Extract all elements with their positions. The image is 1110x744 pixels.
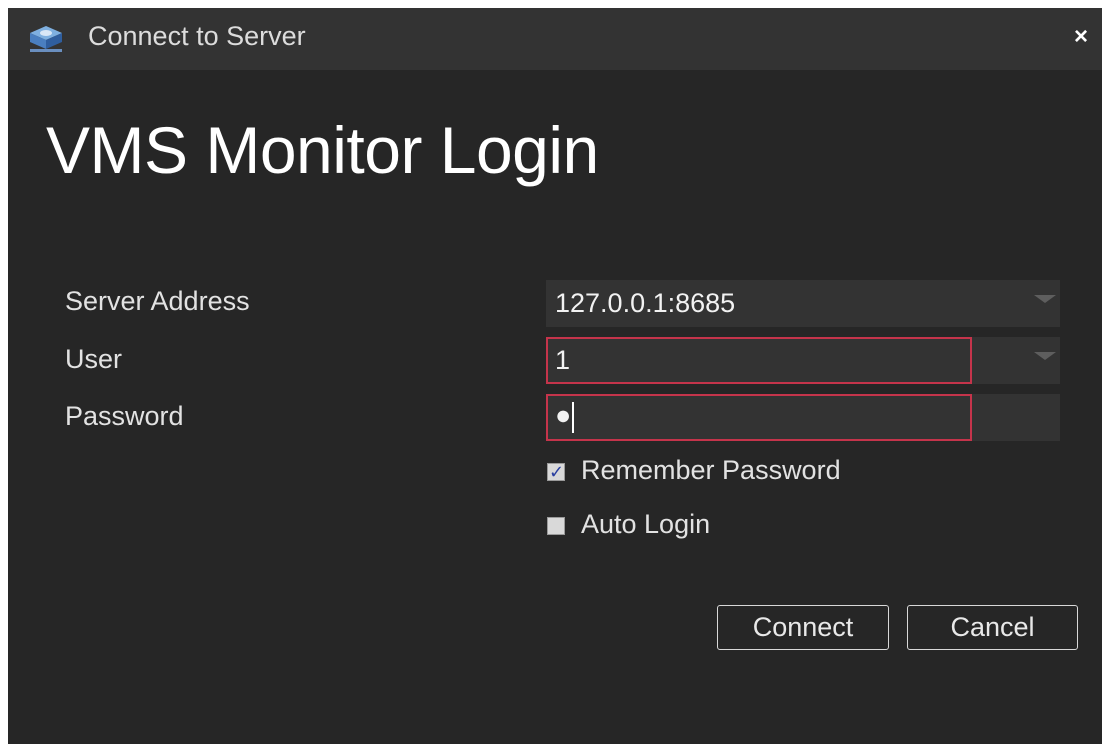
cancel-button[interactable]: Cancel xyxy=(907,605,1078,650)
connect-button[interactable]: Connect xyxy=(717,605,889,650)
chevron-down-icon[interactable] xyxy=(1034,295,1056,303)
password-masked-value: ● xyxy=(555,400,572,430)
page-title: VMS Monitor Login xyxy=(46,113,599,187)
user-combobox[interactable]: 1 xyxy=(546,337,1060,384)
connect-dialog: Connect to Server × VMS Monitor Login Se… xyxy=(8,8,1102,744)
vms-logo-icon xyxy=(30,26,62,52)
password-field[interactable]: ● xyxy=(546,394,1060,441)
chevron-down-icon[interactable] xyxy=(1034,352,1056,360)
auto-login-option[interactable]: Auto Login xyxy=(546,509,746,543)
remember-password-label[interactable]: Remember Password xyxy=(581,455,841,486)
server-address-label: Server Address xyxy=(65,286,250,316)
close-button[interactable]: × xyxy=(1070,25,1092,49)
password-label: Password xyxy=(65,401,184,431)
check-icon: ✓ xyxy=(549,462,565,482)
remember-password-checkbox[interactable]: ✓ xyxy=(547,462,565,482)
server-address-combobox[interactable]: 127.0.0.1:8685 xyxy=(546,280,1060,327)
window-title: Connect to Server xyxy=(88,21,306,51)
title-bar: Connect to Server × xyxy=(8,8,1102,70)
password-input-focus-outline xyxy=(546,394,972,441)
server-address-value: 127.0.0.1:8685 xyxy=(555,288,736,318)
auto-login-label[interactable]: Auto Login xyxy=(581,509,710,540)
auto-login-checkbox[interactable] xyxy=(547,517,565,535)
user-input-focus-outline xyxy=(546,337,972,384)
remember-password-option[interactable]: ✓ Remember Password xyxy=(546,455,886,489)
text-caret xyxy=(572,402,574,433)
user-input[interactable]: 1 xyxy=(555,345,570,376)
user-label: User xyxy=(65,344,123,374)
